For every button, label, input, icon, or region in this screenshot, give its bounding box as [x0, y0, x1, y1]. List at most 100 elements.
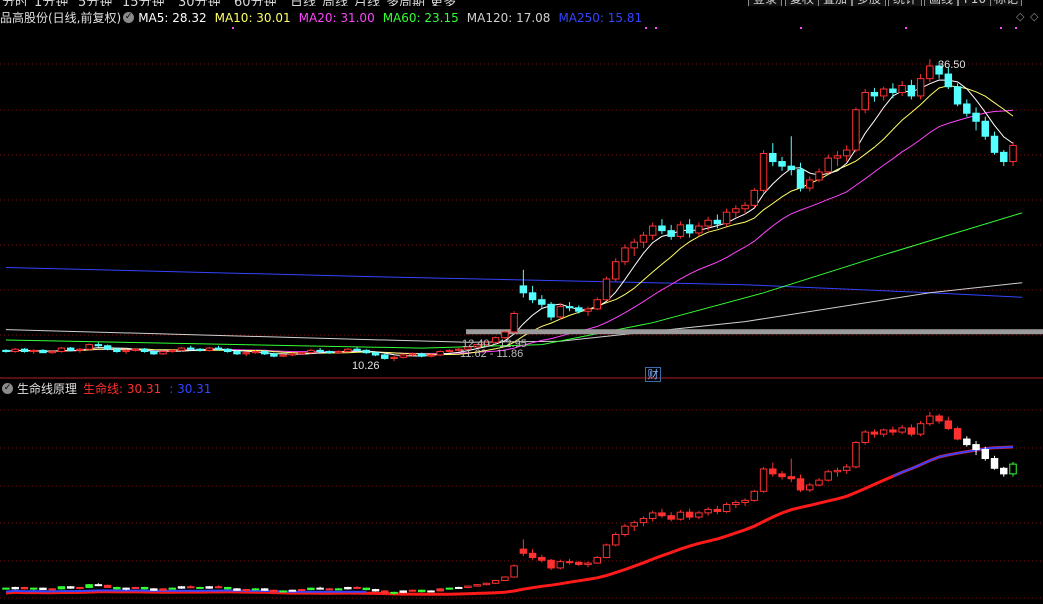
sub-candle-body [140, 586, 149, 590]
candle-body [870, 91, 879, 97]
sub-candle-body [667, 515, 675, 520]
candle-body [787, 165, 796, 171]
candle-body [519, 285, 528, 294]
sub-candle-body [113, 586, 121, 590]
sub-candle-body [824, 471, 832, 481]
sub-candle-body [381, 590, 389, 594]
sub-candle-body [538, 556, 546, 561]
candle-body [1000, 151, 1008, 163]
event-marker [232, 27, 234, 29]
low-label: 10.26 [352, 360, 380, 372]
candle-body [362, 349, 371, 354]
sub-candle-body [972, 444, 980, 450]
sub-candle-body [685, 511, 694, 518]
candle-body [140, 348, 149, 353]
candle-body [584, 308, 592, 312]
candle-body [205, 347, 213, 351]
sub-candle-body [769, 468, 777, 475]
ma250-line [5, 267, 1023, 298]
sub-candle-body [168, 587, 177, 590]
sub-candle-body [270, 589, 278, 593]
sub-candle-body [879, 429, 888, 435]
sub-candle-body [187, 586, 195, 589]
sub-candle-body [732, 501, 740, 506]
sub-candle-body [704, 508, 712, 514]
sub-candle-body [593, 556, 601, 564]
candle-body [66, 347, 75, 351]
candle-body [741, 204, 749, 210]
candle-body [565, 306, 574, 309]
sub-candle-body [852, 442, 860, 468]
event-marker [655, 27, 657, 29]
high-label: 36.50 [938, 59, 966, 71]
sub-candle-body [464, 585, 472, 588]
sub-candle-body [907, 427, 916, 435]
candle-body [57, 347, 66, 353]
candle-body [667, 230, 675, 237]
candle-body [20, 348, 29, 353]
sub-candle-body [251, 588, 260, 591]
sub-candle-body [778, 473, 786, 478]
candle-body [94, 344, 103, 347]
candle-body [510, 313, 518, 333]
sub-candle-body [759, 468, 768, 492]
event-marker [1000, 27, 1002, 29]
sub-candle-body [741, 499, 749, 503]
sub-candle-body [639, 517, 648, 524]
sub-candle-body [159, 588, 167, 591]
sub-candle-body [399, 590, 407, 593]
sub-candle-body [648, 512, 657, 519]
sub-candle-body [796, 478, 805, 491]
sub-candle-body [658, 512, 666, 517]
sub-candle-body [445, 587, 454, 590]
event-marker [800, 27, 802, 29]
candle-body [436, 351, 444, 356]
sub-candle-body [66, 586, 75, 589]
candle-body [279, 354, 287, 357]
sub-candle-body [11, 586, 19, 590]
candle-body [944, 73, 953, 88]
candle-body [713, 219, 722, 225]
sub-candle-body [491, 579, 500, 584]
sub-candle-body [2, 587, 10, 590]
sub-candle-body [436, 588, 444, 592]
candle-body [48, 351, 56, 354]
sub-candle-body [76, 586, 84, 589]
candle-body [842, 149, 851, 157]
candle-body [113, 348, 121, 353]
sub-candle-body [242, 589, 250, 592]
candle-body [103, 345, 112, 350]
sub-candle-body [20, 586, 29, 590]
candle-body [85, 344, 93, 350]
candle-body [528, 292, 537, 301]
candle-body [233, 351, 241, 355]
life-line [5, 445, 1014, 596]
sub-candle-body [806, 484, 814, 491]
sub-candle-body [612, 533, 620, 546]
sub-candle-body [482, 582, 491, 586]
candle-body [648, 225, 657, 236]
sub-candle-body [787, 476, 796, 480]
candle-body [353, 348, 361, 351]
candle-body [316, 349, 324, 353]
sub-candle-body [528, 552, 537, 558]
sub-candle-body [316, 587, 324, 590]
candle-body [685, 224, 694, 234]
candle-body [889, 88, 897, 93]
sub-candle-body [833, 469, 842, 473]
sub-candle-body [898, 427, 906, 433]
sub-candle-body [621, 525, 629, 535]
candle-body [2, 349, 10, 353]
candle-body [750, 189, 759, 206]
finance-marker[interactable]: 财 [645, 367, 661, 382]
candle-body [214, 347, 223, 350]
sub-candle-body [981, 448, 990, 460]
candle-body [76, 348, 84, 351]
life-line-early [5, 589, 367, 593]
candle-body [187, 347, 195, 350]
sub-candle-body [565, 561, 574, 564]
candle-body [981, 120, 990, 137]
price-charts[interactable]: 36.5010.2612.40 - 12.9511.62 - 11.86 [0, 0, 1043, 604]
sub-candle-body [510, 565, 518, 578]
sub-candle-body [288, 589, 297, 592]
